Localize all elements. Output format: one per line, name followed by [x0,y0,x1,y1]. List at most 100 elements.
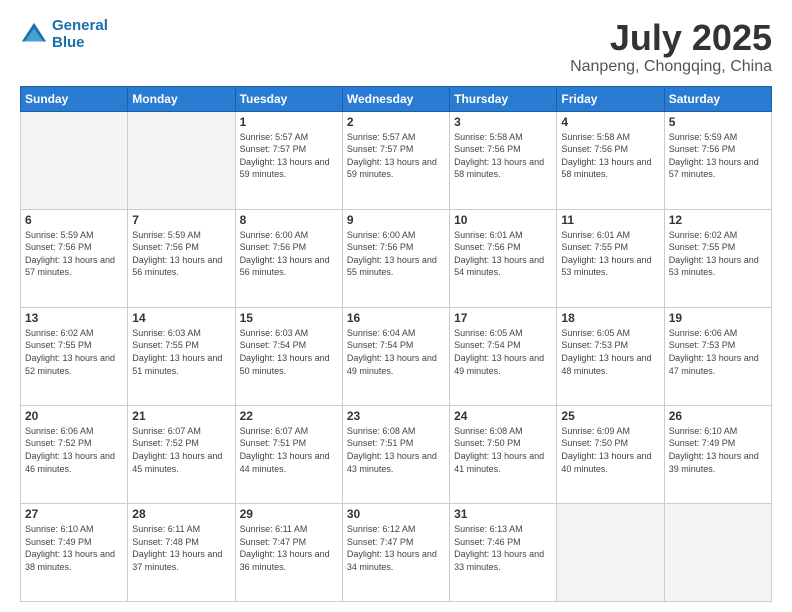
day-detail: Sunrise: 6:05 AMSunset: 7:53 PMDaylight:… [561,327,659,377]
day-number: 27 [25,507,123,521]
calendar-cell: 16Sunrise: 6:04 AMSunset: 7:54 PMDayligh… [342,307,449,405]
calendar-cell: 28 Sunrise: 6:11 AMSunset: 7:48 PMDayligh… [128,503,235,601]
day-number: 30 [347,507,445,521]
weekday-header: Saturday [664,86,771,111]
month-title: July 2025 [570,18,772,58]
logo-blue: Blue [52,34,85,51]
page: General Blue July 2025 Nanpeng, Chongqin… [0,0,792,612]
day-number: 22 [240,409,338,423]
calendar-cell: 11 Sunrise: 6:01 AMSunset: 7:55 PMDayligh… [557,209,664,307]
calendar-cell: 29 Sunrise: 6:11 AMSunset: 7:47 PMDayligh… [235,503,342,601]
calendar-cell: 3 Sunrise: 5:58 AMSunset: 7:56 PMDaylight… [450,111,557,209]
weekday-header: Tuesday [235,86,342,111]
day-detail: Sunrise: 6:01 AMSunset: 7:56 PMDaylight:… [454,229,552,279]
day-number: 5 [669,115,767,129]
title-block: July 2025 Nanpeng, Chongqing, China [570,18,772,76]
day-detail: Sunrise: 6:10 AMSunset: 7:49 PMDaylight:… [669,425,767,475]
calendar-cell: 19 Sunrise: 6:06 AMSunset: 7:53 PMDayligh… [664,307,771,405]
day-detail: Sunrise: 6:08 AMSunset: 7:50 PMDaylight:… [454,425,552,475]
day-number: 29 [240,507,338,521]
weekday-header: Sunday [21,86,128,111]
weekday-header: Friday [557,86,664,111]
calendar-cell: 12 Sunrise: 6:02 AMSunset: 7:55 PMDayligh… [664,209,771,307]
calendar-cell: 8Sunrise: 6:00 AMSunset: 7:56 PMDaylight… [235,209,342,307]
day-detail: Sunrise: 6:02 AMSunset: 7:55 PMDaylight:… [25,327,123,377]
day-detail: Sunrise: 5:59 AMSunset: 7:56 PMDaylight:… [25,229,123,279]
calendar-week-row: 27Sunrise: 6:10 AMSunset: 7:49 PMDayligh… [21,503,772,601]
logo-general: General [52,17,108,34]
calendar-cell: 20Sunrise: 6:06 AMSunset: 7:52 PMDayligh… [21,405,128,503]
calendar-week-row: 13 Sunrise: 6:02 AMSunset: 7:55 PMDayligh… [21,307,772,405]
calendar-cell: 7 Sunrise: 5:59 AMSunset: 7:56 PMDaylight… [128,209,235,307]
day-detail: Sunrise: 6:09 AMSunset: 7:50 PMDaylight:… [561,425,659,475]
calendar-cell: 23 Sunrise: 6:08 AMSunset: 7:51 PMDayligh… [342,405,449,503]
day-number: 14 [132,311,230,325]
calendar-cell: 27Sunrise: 6:10 AMSunset: 7:49 PMDayligh… [21,503,128,601]
logo-text: General Blue [52,18,108,51]
calendar-cell: 26Sunrise: 6:10 AMSunset: 7:49 PMDayligh… [664,405,771,503]
day-number: 1 [240,115,338,129]
day-number: 28 [132,507,230,521]
day-number: 7 [132,213,230,227]
day-detail: Sunrise: 6:07 AMSunset: 7:52 PMDaylight:… [132,425,230,475]
calendar-cell [664,503,771,601]
calendar-cell: 17Sunrise: 6:05 AMSunset: 7:54 PMDayligh… [450,307,557,405]
day-number: 31 [454,507,552,521]
day-number: 12 [669,213,767,227]
day-detail: Sunrise: 6:05 AMSunset: 7:54 PMDaylight:… [454,327,552,377]
day-number: 2 [347,115,445,129]
calendar-week-row: 20Sunrise: 6:06 AMSunset: 7:52 PMDayligh… [21,405,772,503]
day-number: 4 [561,115,659,129]
day-number: 10 [454,213,552,227]
day-detail: Sunrise: 6:08 AMSunset: 7:51 PMDaylight:… [347,425,445,475]
calendar-cell: 18Sunrise: 6:05 AMSunset: 7:53 PMDayligh… [557,307,664,405]
calendar-cell: 13 Sunrise: 6:02 AMSunset: 7:55 PMDayligh… [21,307,128,405]
calendar-cell: 15Sunrise: 6:03 AMSunset: 7:54 PMDayligh… [235,307,342,405]
header: General Blue July 2025 Nanpeng, Chongqin… [20,18,772,76]
day-number: 6 [25,213,123,227]
day-detail: Sunrise: 6:06 AMSunset: 7:53 PMDaylight:… [669,327,767,377]
calendar-cell: 25 Sunrise: 6:09 AMSunset: 7:50 PMDayligh… [557,405,664,503]
weekday-header: Wednesday [342,86,449,111]
calendar-cell: 31 Sunrise: 6:13 AMSunset: 7:46 PMDayligh… [450,503,557,601]
day-number: 19 [669,311,767,325]
day-detail: Sunrise: 6:01 AMSunset: 7:55 PMDaylight:… [561,229,659,279]
day-detail: Sunrise: 6:04 AMSunset: 7:54 PMDaylight:… [347,327,445,377]
calendar-cell: 2 Sunrise: 5:57 AMSunset: 7:57 PMDaylight… [342,111,449,209]
day-detail: Sunrise: 6:13 AMSunset: 7:46 PMDaylight:… [454,523,552,573]
calendar-cell: 24 Sunrise: 6:08 AMSunset: 7:50 PMDayligh… [450,405,557,503]
logo: General Blue [20,18,108,51]
day-number: 23 [347,409,445,423]
day-detail: Sunrise: 5:59 AMSunset: 7:56 PMDaylight:… [669,131,767,181]
calendar-header-row: SundayMondayTuesdayWednesdayThursdayFrid… [21,86,772,111]
day-detail: Sunrise: 6:00 AMSunset: 7:56 PMDaylight:… [347,229,445,279]
day-detail: Sunrise: 6:07 AMSunset: 7:51 PMDaylight:… [240,425,338,475]
calendar-cell: 21 Sunrise: 6:07 AMSunset: 7:52 PMDayligh… [128,405,235,503]
day-detail: Sunrise: 6:11 AMSunset: 7:47 PMDaylight:… [240,523,338,573]
day-detail: Sunrise: 5:59 AMSunset: 7:56 PMDaylight:… [132,229,230,279]
day-number: 3 [454,115,552,129]
day-number: 21 [132,409,230,423]
calendar-cell: 5 Sunrise: 5:59 AMSunset: 7:56 PMDaylight… [664,111,771,209]
calendar-cell: 22 Sunrise: 6:07 AMSunset: 7:51 PMDayligh… [235,405,342,503]
day-detail: Sunrise: 5:58 AMSunset: 7:56 PMDaylight:… [561,131,659,181]
day-detail: Sunrise: 6:02 AMSunset: 7:55 PMDaylight:… [669,229,767,279]
day-number: 8 [240,213,338,227]
day-number: 11 [561,213,659,227]
day-number: 15 [240,311,338,325]
day-number: 9 [347,213,445,227]
calendar-week-row: 1 Sunrise: 5:57 AMSunset: 7:57 PMDaylight… [21,111,772,209]
day-number: 24 [454,409,552,423]
calendar-cell: 4 Sunrise: 5:58 AMSunset: 7:56 PMDaylight… [557,111,664,209]
calendar-cell: 1Sunrise: 5:57 AMSunset: 7:57 PMDaylight… [235,111,342,209]
day-number: 13 [25,311,123,325]
day-detail: Sunrise: 6:11 AMSunset: 7:48 PMDaylight:… [132,523,230,573]
weekday-header: Monday [128,86,235,111]
weekday-header: Thursday [450,86,557,111]
day-number: 25 [561,409,659,423]
day-detail: Sunrise: 5:57 AMSunset: 7:57 PMDaylight:… [347,131,445,181]
day-detail: Sunrise: 5:58 AMSunset: 7:56 PMDaylight:… [454,131,552,181]
logo-icon [20,21,48,49]
calendar-cell [128,111,235,209]
location-title: Nanpeng, Chongqing, China [570,58,772,76]
